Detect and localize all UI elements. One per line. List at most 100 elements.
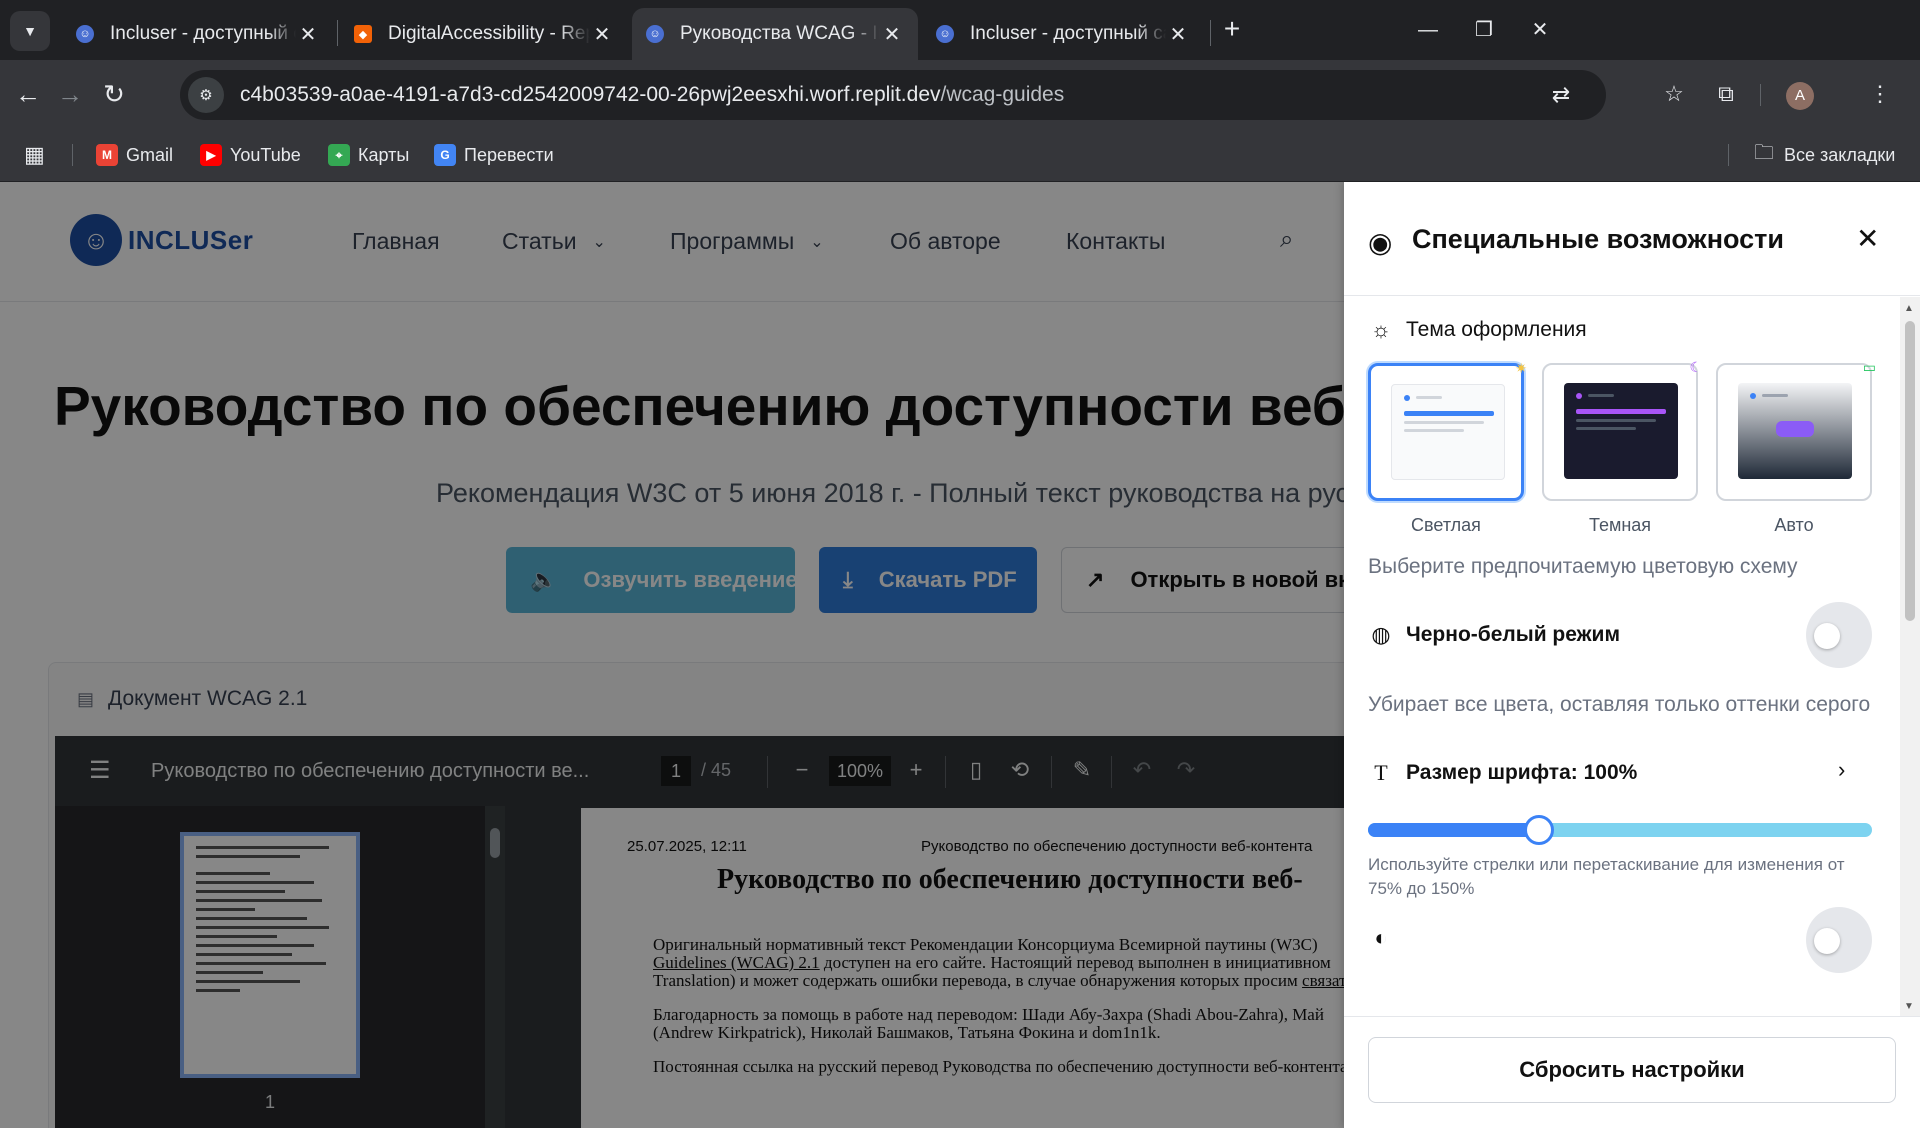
apps-grid-icon[interactable]: ▦ — [24, 140, 45, 170]
site-content: ☺ INCLUSer Главная Статьи ⌄ Программы ⌄ Об… — [0, 182, 1344, 1128]
url-host: c4b03539-a0ae-4191-a7d3-cd2542009742-00-… — [240, 83, 941, 106]
forward-icon[interactable]: → — [50, 74, 90, 114]
theme-dark-option[interactable]: ☾ — [1542, 359, 1702, 501]
tab-search-button[interactable]: ▼ — [10, 11, 50, 51]
close-icon[interactable]: ✕ — [590, 22, 614, 47]
theme-section-label: ☼ Тема оформления — [1368, 317, 1587, 343]
font-size-section-label: T Размер шрифта: 100% — [1368, 760, 1637, 786]
reset-settings-button[interactable]: Сбросить настройки — [1368, 1037, 1896, 1103]
restore-icon[interactable]: ❐ — [1462, 12, 1506, 48]
grayscale-help-text: Убирает все цвета, оставляя только оттен… — [1368, 693, 1871, 716]
translate-page-icon[interactable]: ⇄ — [1546, 80, 1576, 110]
translate-icon: G — [434, 144, 456, 166]
bookmark-gmail[interactable]: M Gmail — [96, 140, 173, 170]
bookmark-maps[interactable]: ⌖ Карты — [328, 140, 409, 170]
close-icon[interactable]: ✕ — [1166, 22, 1190, 47]
toolbar-divider — [1760, 84, 1761, 106]
toggle-knob — [1814, 928, 1840, 954]
theme-auto-option[interactable]: ▭ — [1716, 359, 1876, 501]
bookmarks-divider — [1728, 144, 1729, 166]
profile-avatar[interactable]: A — [1786, 82, 1814, 110]
bookmark-translate[interactable]: G Перевести — [434, 140, 554, 170]
theme-light-label: Светлая — [1411, 515, 1481, 535]
reload-icon[interactable]: ↻ — [94, 74, 134, 114]
close-icon[interactable]: ✕ — [880, 22, 904, 47]
next-option-toggle[interactable] — [1806, 907, 1872, 973]
grayscale-label: Черно-белый режим — [1406, 623, 1620, 646]
url-path: /wcag-guides — [940, 83, 1065, 106]
tab-replit[interactable]: ◆ DigitalAccessibility - Replit ✕ — [340, 8, 628, 60]
incluser-icon: ☺ — [76, 25, 94, 43]
panel-scrollbar[interactable]: ▲ ▼ — [1900, 297, 1920, 1016]
extensions-icon[interactable]: ⧉ — [1706, 74, 1746, 114]
scroll-down-icon[interactable]: ▼ — [1904, 1001, 1914, 1012]
sun-icon: ☼ — [1370, 317, 1392, 342]
incluser-icon: ☺ — [646, 25, 664, 43]
tab-incluser-1[interactable]: ☺ Incluser - доступный сайт о доступност… — [62, 8, 334, 60]
tab-title: Incluser - доступный сайт о доступности — [970, 23, 1166, 44]
tab-divider — [1210, 20, 1211, 46]
close-icon[interactable]: ✕ — [296, 22, 320, 47]
bookmarks-divider — [72, 144, 73, 166]
moon-badge-icon: ☾ — [1689, 359, 1702, 375]
slider-fill — [1368, 823, 1540, 837]
theme-dark-label: Темная — [1588, 515, 1652, 535]
bookmark-star-icon[interactable]: ☆ — [1654, 74, 1694, 114]
panel-header: ◉ Специальные возможности ✕ — [1344, 182, 1920, 296]
tab-incluser-2[interactable]: ☺ Incluser - доступный сайт о доступност… — [922, 8, 1204, 60]
url-text[interactable]: c4b03539-a0ae-4191-a7d3-cd2542009742-00-… — [240, 83, 1064, 107]
font-size-help-text: Используйте стрелки или перетаскивание д… — [1368, 855, 1845, 898]
panel-footer: Сбросить настройки — [1344, 1016, 1920, 1128]
bookmark-label: YouTube — [230, 144, 301, 165]
panel-title: Специальные возможности — [1412, 224, 1784, 254]
tab-title: DigitalAccessibility - Replit — [388, 23, 590, 44]
all-bookmarks[interactable]: 🗀 Все закладки — [1754, 140, 1895, 170]
menu-kebab-icon[interactable]: ⋮ — [1860, 74, 1900, 114]
bookmark-label: Карты — [358, 144, 410, 165]
window-close-icon[interactable]: ✕ — [1518, 12, 1562, 48]
slider-thumb[interactable] — [1524, 815, 1555, 845]
new-tab-button[interactable]: + — [1216, 14, 1248, 46]
font-size-slider[interactable] — [1368, 815, 1872, 845]
accessibility-panel: ◉ Специальные возможности ✕ ☼ Тема оформ… — [1344, 182, 1920, 1128]
scroll-up-icon[interactable]: ▲ — [1904, 303, 1914, 314]
site-settings-icon[interactable]: ⚙ — [188, 77, 224, 113]
tab-title: Руководства WCAG - Incluser — [680, 23, 880, 44]
bookmark-label: Перевести — [464, 144, 554, 165]
theme-help-text: Выберите предпочитаемую цветовую схему — [1368, 555, 1798, 578]
minimize-icon[interactable]: — — [1406, 12, 1450, 48]
eye-icon: ◉ — [1368, 227, 1393, 258]
chevron-right-icon[interactable]: › — [1838, 757, 1845, 783]
folder-icon: 🗀 — [1754, 142, 1774, 164]
bookmark-label: Gmail — [126, 144, 174, 165]
monitor-badge-icon: ▭ — [1862, 359, 1876, 375]
tab-strip: ▼ ☺ Incluser - доступный сайт о доступно… — [0, 0, 1920, 60]
youtube-icon: ▶ — [200, 144, 222, 166]
sun-badge-icon: ✷ — [1515, 360, 1527, 376]
close-icon[interactable]: ✕ — [1856, 222, 1879, 255]
contrast-icon: ◐ — [1374, 925, 1388, 950]
browser-toolbar: ← → ↻ ⚙ c4b03539-a0ae-4191-a7d3-cd254200… — [0, 60, 1920, 128]
modal-backdrop[interactable] — [0, 182, 1344, 1128]
bookmark-youtube[interactable]: ▶ YouTube — [200, 140, 301, 170]
panel-body: ☼ Тема оформления ✷ ☾ ▭ Светлая Темная А… — [1344, 297, 1900, 1016]
maps-icon: ⌖ — [328, 144, 350, 166]
bookmarks-bar: ▦ M Gmail ▶ YouTube ⌖ Карты G Перевести … — [0, 128, 1920, 182]
page-viewport: ☺ INCLUSer Главная Статьи ⌄ Программы ⌄ Об… — [0, 182, 1920, 1128]
font-size-label: Размер шрифта: 100% — [1406, 761, 1638, 784]
tab-divider — [337, 20, 338, 46]
palette-icon: ◍ — [1371, 622, 1391, 647]
tab-wcag-active[interactable]: ☺ Руководства WCAG - Incluser ✕ — [632, 8, 918, 60]
scrollbar-thumb[interactable] — [1905, 321, 1915, 621]
back-icon[interactable]: ← — [8, 74, 48, 114]
gmail-icon: M — [96, 144, 118, 166]
replit-icon: ◆ — [354, 25, 372, 43]
grayscale-section-label: ◍ Черно-белый режим — [1368, 622, 1620, 648]
grayscale-toggle[interactable] — [1806, 602, 1872, 668]
address-bar[interactable]: ⚙ c4b03539-a0ae-4191-a7d3-cd2542009742-0… — [180, 70, 1606, 120]
theme-light-option[interactable]: ✷ — [1368, 360, 1527, 501]
next-section-label: ◐ — [1368, 925, 1406, 951]
toggle-knob — [1814, 623, 1840, 649]
incluser-icon: ☺ — [936, 25, 954, 43]
